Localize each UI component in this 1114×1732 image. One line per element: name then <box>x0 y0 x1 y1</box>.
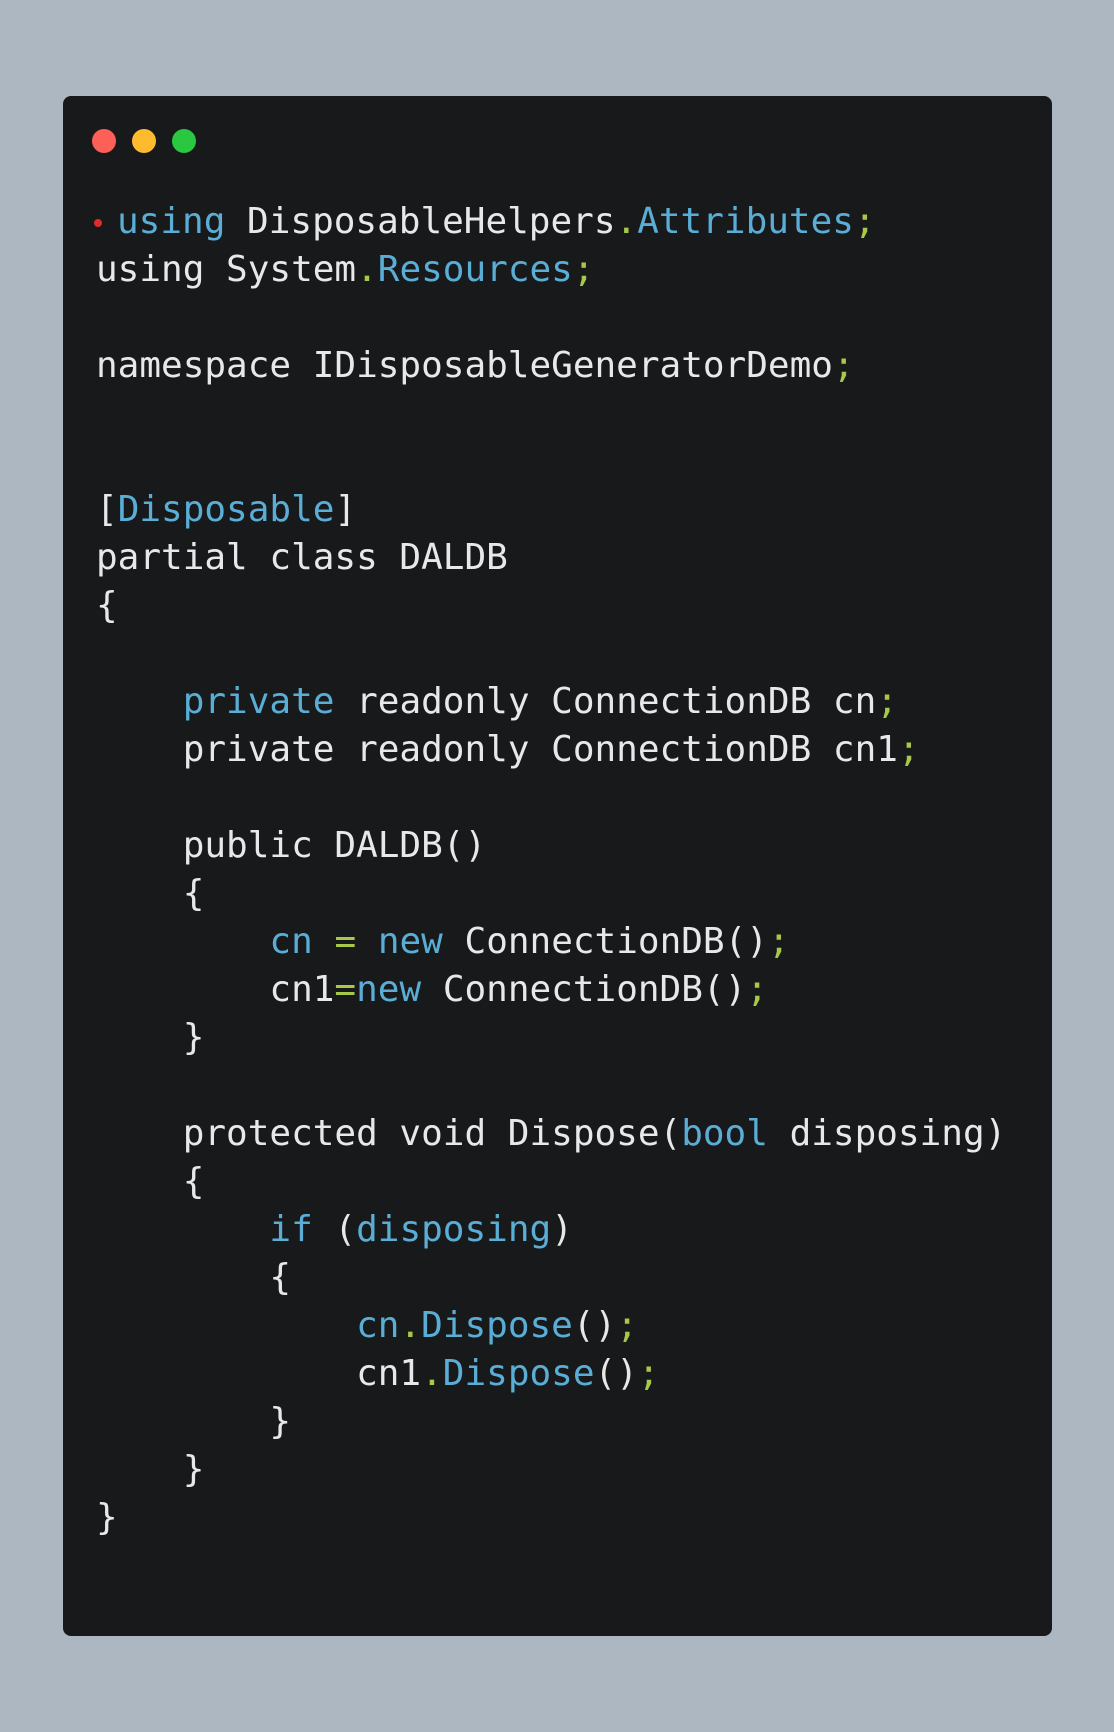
code-token: ; <box>616 1305 638 1346</box>
code-line: { <box>96 1254 1006 1302</box>
code-line: cn1.Dispose(); <box>96 1350 1006 1398</box>
code-token: disposing) <box>767 1113 1007 1154</box>
code-line: cn = new ConnectionDB(); <box>96 918 1006 966</box>
code-line: { <box>96 1158 1006 1206</box>
code-line: ​ <box>96 774 1006 822</box>
code-token: ; <box>853 201 876 242</box>
code-token: cn <box>269 921 313 962</box>
code-block: using DisposableHelpers.Attributes; using… <box>94 198 1007 1542</box>
code-token: new <box>377 921 443 962</box>
code-token: . <box>399 1305 422 1346</box>
code-token: readonly ConnectionDB cn <box>334 681 877 722</box>
code-window: using DisposableHelpers.Attributes; using… <box>63 96 1052 1636</box>
code-token: ; <box>637 1353 660 1394</box>
code-token: cn <box>356 1305 400 1346</box>
code-token: = <box>334 969 357 1010</box>
code-token: { <box>96 1161 205 1202</box>
code-token: = <box>334 921 357 962</box>
code-token: { <box>96 585 118 626</box>
code-token: . <box>615 201 638 242</box>
code-token: using System <box>96 249 357 290</box>
code-line: namespace IDisposableGeneratorDemo; <box>96 342 1006 390</box>
code-token: { <box>96 1257 292 1298</box>
code-token: () <box>572 1305 617 1346</box>
minimize-dot-icon[interactable] <box>132 129 156 153</box>
code-token: cn1 <box>96 1353 422 1394</box>
code-token: ( <box>312 1209 357 1250</box>
code-token: bool <box>681 1113 768 1154</box>
code-line: using System.Resources; <box>96 246 1006 294</box>
code-token: ; <box>767 921 790 962</box>
code-line: ​ <box>96 294 1006 342</box>
code-line: private readonly ConnectionDB cn1; <box>96 726 1006 774</box>
code-line: using DisposableHelpers.Attributes; <box>94 198 1006 246</box>
code-line: public DALDB() <box>96 822 1006 870</box>
code-line: ​ <box>96 1062 1006 1110</box>
code-token: ConnectionDB() <box>421 969 747 1010</box>
code-token: using <box>117 201 226 242</box>
code-token: if <box>269 1209 313 1250</box>
code-token: Dispose <box>442 1353 595 1394</box>
code-line: private readonly ConnectionDB cn; <box>96 678 1006 726</box>
window-controls <box>92 129 196 153</box>
code-line: protected void Dispose(bool disposing) <box>96 1110 1007 1158</box>
maximize-dot-icon[interactable] <box>172 129 196 153</box>
code-token: ; <box>897 729 920 770</box>
code-token: new <box>356 969 422 1010</box>
code-line: partial class DALDB <box>96 534 1006 582</box>
code-token: ConnectionDB() <box>442 921 768 962</box>
code-line: } <box>96 1494 1006 1542</box>
code-token: { <box>96 873 205 914</box>
code-token: } <box>96 1017 205 1058</box>
code-token: cn1 <box>96 969 335 1010</box>
breakpoint-marker-icon <box>94 219 102 227</box>
code-token: private <box>182 681 335 722</box>
code-token: partial class DALDB <box>96 537 508 578</box>
code-token: ; <box>876 681 898 722</box>
code-token: protected void Dispose( <box>96 1113 682 1154</box>
code-token: Attributes <box>637 201 854 242</box>
code-token: ; <box>746 969 768 1010</box>
code-line: } <box>96 1398 1006 1446</box>
code-line: cn.Dispose(); <box>96 1302 1006 1350</box>
code-token: Disposable <box>117 489 335 530</box>
code-token: public DALDB() <box>96 825 487 866</box>
code-token: ; <box>832 345 855 386</box>
code-line: ​ <box>96 438 1006 486</box>
code-token: . <box>356 249 378 290</box>
code-line: { <box>96 582 1006 630</box>
code-line: ​ <box>96 630 1006 678</box>
code-token: ] <box>334 489 357 530</box>
code-line: [Disposable] <box>96 486 1006 534</box>
code-token: ; <box>572 249 595 290</box>
code-line: cn1=new ConnectionDB(); <box>96 966 1006 1014</box>
code-token: ) <box>551 1209 573 1250</box>
code-line: { <box>96 870 1006 918</box>
code-token: [ <box>96 489 118 530</box>
code-token: disposing <box>356 1209 552 1250</box>
code-token: . <box>421 1353 443 1394</box>
code-token: namespace IDisposableGeneratorDemo <box>96 345 833 386</box>
code-token: private readonly ConnectionDB cn1 <box>96 729 898 770</box>
code-token: Dispose <box>421 1305 573 1346</box>
code-token: } <box>96 1401 292 1442</box>
code-token: DisposableHelpers <box>225 201 616 242</box>
code-line: } <box>96 1446 1006 1494</box>
code-token: } <box>96 1449 205 1490</box>
close-dot-icon[interactable] <box>92 129 116 153</box>
code-token: () <box>594 1353 638 1394</box>
code-token: } <box>96 1497 118 1538</box>
code-line: if (disposing) <box>96 1206 1006 1254</box>
code-line: } <box>96 1014 1006 1062</box>
code-token: Resources <box>377 249 573 290</box>
code-line: ​ <box>96 390 1006 438</box>
